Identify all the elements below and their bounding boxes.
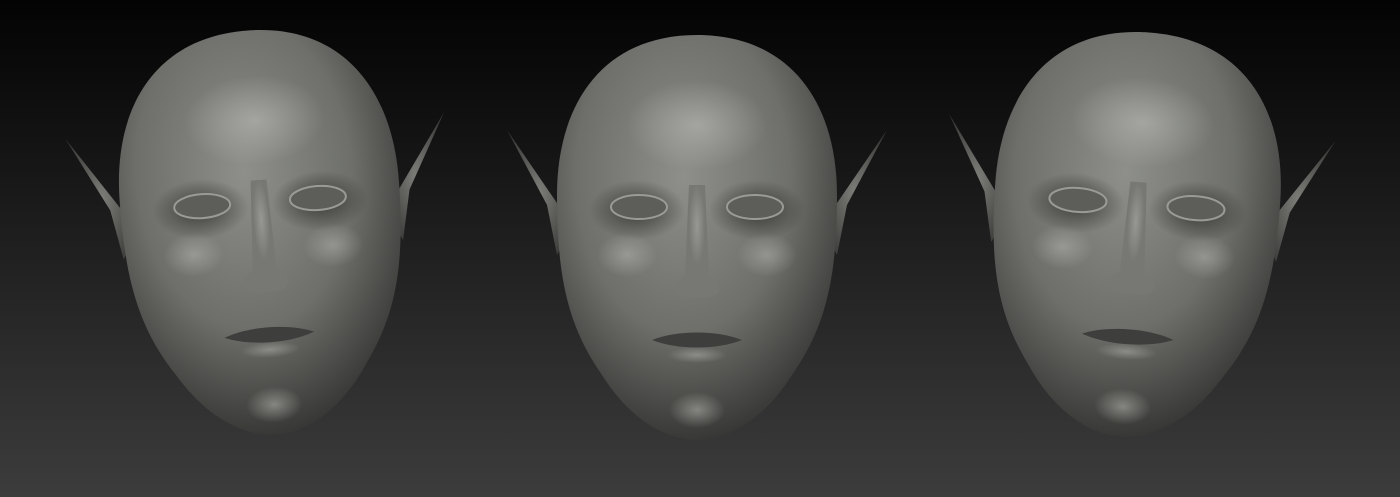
render-viewport	[0, 0, 1400, 497]
